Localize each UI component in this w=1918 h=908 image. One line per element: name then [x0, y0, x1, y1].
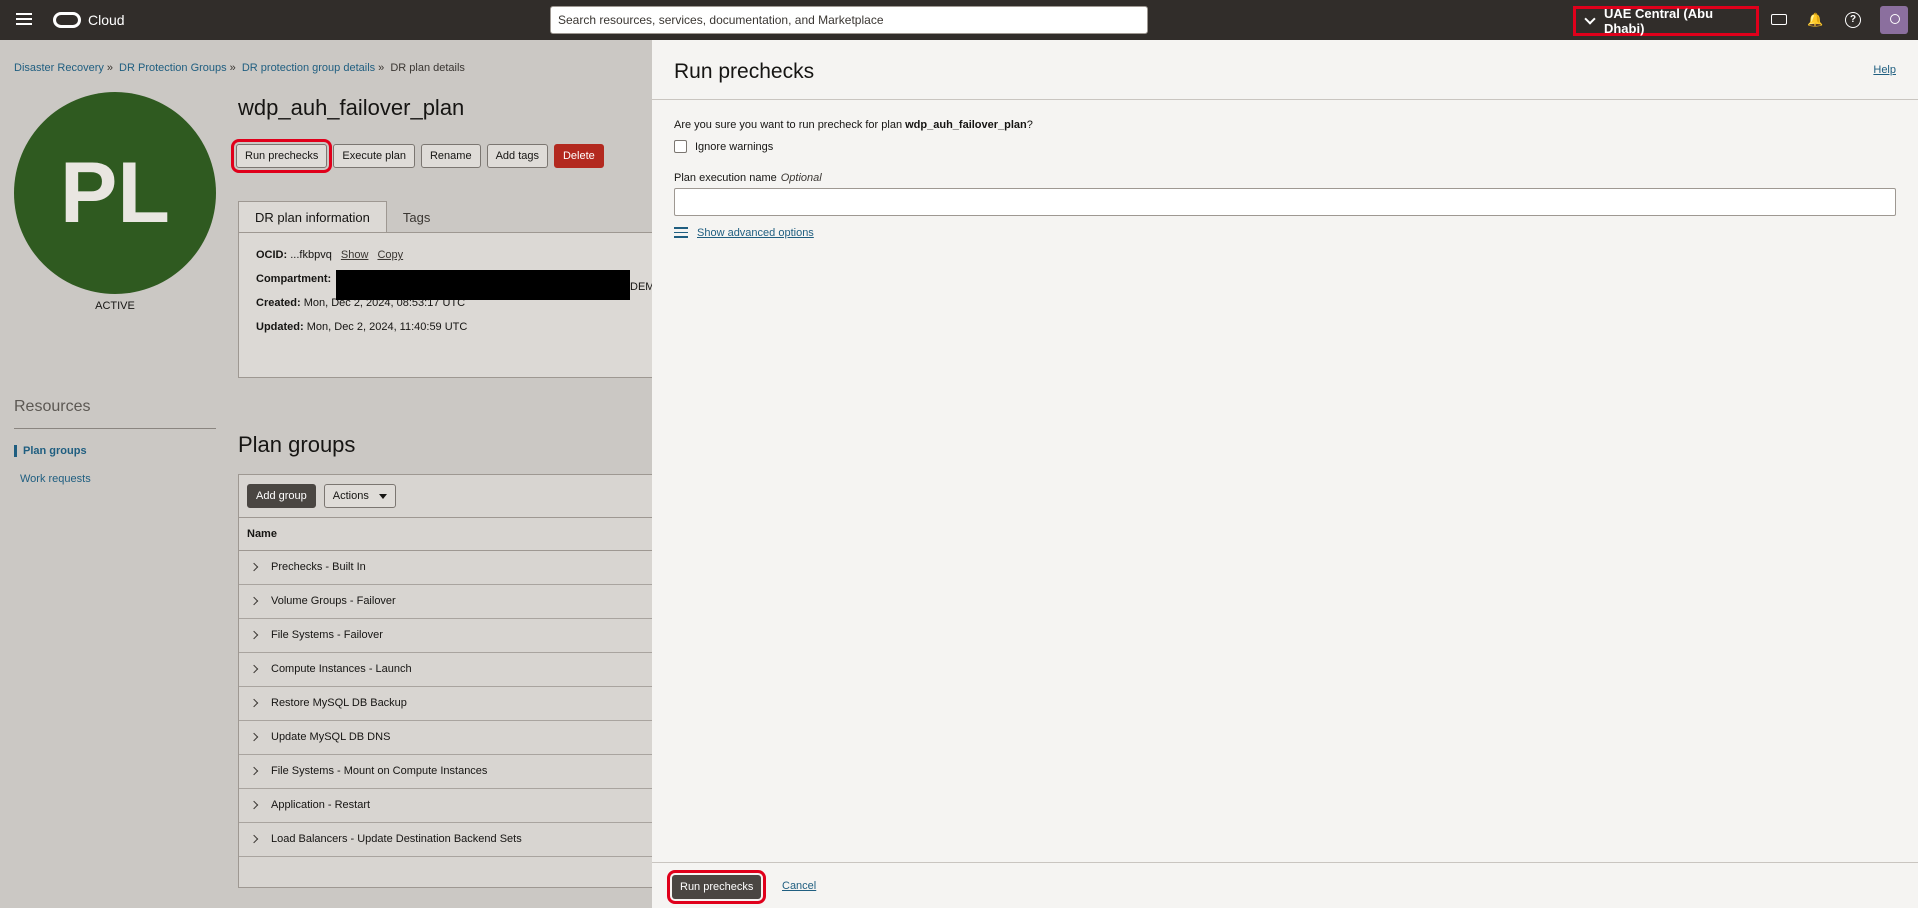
chevron-right-icon[interactable] [249, 630, 259, 640]
table-row[interactable]: File Systems - Failover [239, 619, 652, 653]
drawer-title: Run prechecks [674, 60, 815, 83]
table-row[interactable]: Application - Restart [239, 789, 652, 823]
confirmation-text: Are you sure you want to run precheck fo… [674, 119, 1033, 131]
breadcrumb-dr-protection-group-details[interactable]: DR protection group details [242, 62, 375, 74]
plan-groups-toolbar: Add group Actions [239, 475, 652, 517]
table-row[interactable]: Compute Instances - Launch [239, 653, 652, 687]
confirmation-plan-name: wdp_auh_failover_plan [905, 119, 1027, 131]
search-input[interactable]: Search resources, services, documentatio… [550, 6, 1148, 34]
plan-groups-table: Add group Actions Name Prechecks - Built… [238, 474, 652, 888]
chevron-right-icon[interactable] [249, 664, 259, 674]
run-prechecks-button[interactable]: Run prechecks [230, 139, 333, 173]
page-title: wdp_auh_failover_plan [238, 95, 465, 120]
add-group-button[interactable]: Add group [247, 484, 316, 508]
chevron-right-icon[interactable] [249, 698, 259, 708]
chevron-right-icon[interactable] [249, 732, 259, 742]
submit-run-prechecks-button[interactable]: Run prechecks [666, 870, 767, 904]
top-navigation-bar: Cloud Search resources, services, docume… [0, 0, 1918, 40]
table-row[interactable]: Load Balancers - Update Destination Back… [239, 823, 652, 857]
help-link[interactable]: Help [1873, 64, 1896, 76]
ignore-warnings-label[interactable]: Ignore warnings [695, 141, 773, 153]
ocid-copy-link[interactable]: Copy [377, 249, 403, 261]
resource-plan-groups[interactable]: Plan groups [14, 445, 87, 457]
chevron-right-icon[interactable] [249, 562, 259, 572]
status-label: ACTIVE [95, 300, 135, 312]
plan-action-buttons: Run prechecks Execute plan Rename Add ta… [230, 139, 604, 173]
table-row[interactable]: File Systems - Mount on Compute Instance… [239, 755, 652, 789]
execute-plan-button[interactable]: Execute plan [333, 144, 415, 168]
chevron-right-icon[interactable] [249, 834, 259, 844]
ocid-row: OCID: ...fkbpvq Show Copy [256, 249, 404, 261]
breadcrumb-current: DR plan details [390, 62, 465, 74]
drawer-footer: Run prechecks Cancel [652, 862, 1918, 908]
table-row[interactable]: Volume Groups - Failover [239, 585, 652, 619]
column-header-name[interactable]: Name [239, 517, 652, 551]
ocid-show-link[interactable]: Show [341, 249, 369, 261]
resource-work-requests[interactable]: Work requests [14, 473, 91, 485]
chevron-right-icon[interactable] [249, 800, 259, 810]
dr-plan-info-panel: OCID: ...fkbpvq Show Copy Compartment: C… [238, 232, 652, 378]
actions-dropdown[interactable]: Actions [323, 484, 396, 508]
ignore-warnings-checkbox[interactable] [674, 140, 687, 153]
breadcrumb-disaster-recovery[interactable]: Disaster Recovery [14, 62, 104, 74]
region-label: UAE Central (Abu Dhabi) [1603, 6, 1714, 36]
rename-button[interactable]: Rename [420, 144, 481, 168]
notification-bell-icon[interactable]: 🔔 [1807, 12, 1823, 28]
breadcrumb-dr-protection-groups[interactable]: DR Protection Groups [119, 62, 227, 74]
run-prechecks-drawer: Run prechecks Help Are you sure you want… [652, 40, 1918, 908]
chevron-right-icon[interactable] [249, 766, 259, 776]
cancel-link[interactable]: Cancel [782, 880, 816, 892]
resources-title: Resources [14, 398, 91, 415]
redacted-compartment [336, 270, 630, 300]
show-advanced-options-link[interactable]: Show advanced options [697, 227, 814, 239]
updated-row: Updated: Mon, Dec 2, 2024, 11:40:59 UTC [256, 321, 468, 333]
delete-button[interactable]: Delete [553, 144, 604, 168]
help-icon[interactable]: ? [1845, 12, 1861, 28]
dr-plan-details-page: Disaster Recovery» DR Protection Groups»… [0, 40, 655, 908]
details-tabs: DR plan information Tags [238, 201, 446, 233]
brand-name[interactable]: Cloud [88, 12, 125, 28]
oracle-logo-icon[interactable] [53, 12, 81, 28]
breadcrumb: Disaster Recovery» DR Protection Groups»… [14, 62, 465, 74]
ocid-value: ...fkbpvq [290, 249, 332, 261]
plan-execution-name-label: Plan execution name Optional [674, 172, 822, 184]
user-profile-icon[interactable] [1880, 6, 1908, 34]
plan-groups-title: Plan groups [238, 432, 356, 457]
advanced-options-toggle[interactable]: Show advanced options [674, 227, 814, 239]
tab-dr-plan-information[interactable]: DR plan information [238, 201, 387, 233]
resource-avatar: PL [14, 92, 216, 294]
table-row[interactable]: Restore MySQL DB Backup [239, 687, 652, 721]
chevron-down-icon [1584, 13, 1596, 25]
chevron-right-icon[interactable] [249, 596, 259, 606]
ignore-warnings-row: Ignore warnings [674, 140, 773, 153]
menu-icon[interactable] [16, 13, 32, 27]
plan-execution-name-input[interactable] [674, 188, 1896, 216]
resources-divider [14, 428, 216, 429]
region-selector[interactable]: UAE Central (Abu Dhabi) [1573, 6, 1759, 36]
table-row[interactable]: Prechecks - Built In [239, 551, 652, 585]
table-row[interactable]: Update MySQL DB DNS [239, 721, 652, 755]
caret-down-icon [378, 493, 387, 499]
updated-value: Mon, Dec 2, 2024, 11:40:59 UTC [306, 321, 468, 333]
compartment-value-tail: DEM [630, 281, 655, 293]
drawer-header: Run prechecks Help [652, 40, 1918, 100]
add-tags-button[interactable]: Add tags [486, 144, 548, 168]
tab-tags[interactable]: Tags [387, 201, 446, 233]
cloud-shell-icon[interactable] [1771, 14, 1787, 25]
sliders-icon [674, 227, 688, 239]
